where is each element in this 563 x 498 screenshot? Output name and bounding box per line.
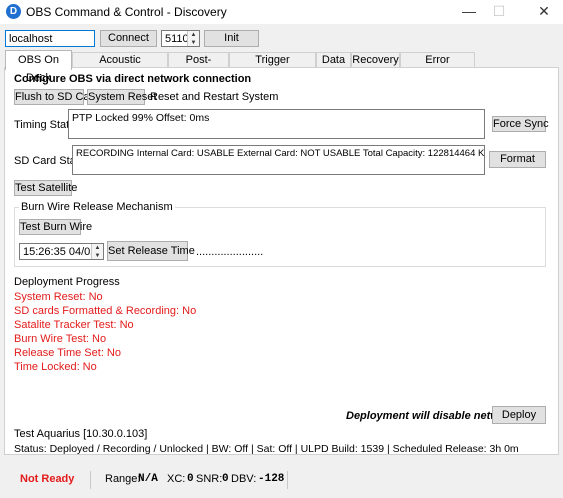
dbv-value: -128 <box>258 473 285 485</box>
tab-post-deploy[interactable]: Post-Deploy <box>168 52 229 81</box>
status-separator <box>90 471 91 489</box>
port-value: 5110 <box>165 33 189 45</box>
tab-acoustic-configuration[interactable]: Acoustic Configuration <box>72 52 168 81</box>
range-label: Range: <box>105 473 141 485</box>
maximize-button[interactable]: ☐ <box>476 0 522 24</box>
release-time-picker[interactable]: 15:26:35 04/02/20 ▲ ▼ <box>19 243 104 260</box>
deployment-progress-title: Deployment Progress <box>14 276 120 288</box>
progress-satellite-test: Satalite Tracker Test: No <box>14 319 134 331</box>
release-time-display: ...................... <box>196 246 264 258</box>
test-satellite-button[interactable]: Test Satellite <box>14 180 77 196</box>
range-value: N/A <box>138 473 158 485</box>
title-bar: D OBS Command & Control - Discovery — ☐ … <box>0 0 563 24</box>
spin-down-icon[interactable]: ▼ <box>188 39 199 47</box>
test-burn-wire-button[interactable]: Test Burn Wire <box>19 219 92 235</box>
tab-error-messages[interactable]: Error Messages <box>400 52 475 81</box>
progress-sd-cards: SD cards Formatted & Recording: No <box>14 305 197 317</box>
spin-up-icon[interactable]: ▲ <box>92 244 103 252</box>
spin-down-icon[interactable]: ▼ <box>92 252 103 260</box>
flush-sd-button[interactable]: Flush to SD Cards <box>14 89 105 105</box>
app-icon: D <box>6 4 21 19</box>
progress-system-reset: System Reset: No <box>14 291 103 303</box>
timing-status-field: PTP Locked 99% Offset: 0ms <box>68 109 485 139</box>
status-separator <box>287 471 288 489</box>
dbv-label: DBV: <box>231 473 257 485</box>
snr-label: SNR: <box>196 473 223 485</box>
sd-card-status-field: RECORDING Internal Card: USABLE External… <box>72 145 485 175</box>
burn-wire-group-title: Burn Wire Release Mechanism <box>19 201 175 213</box>
force-sync-button[interactable]: Force Sync <box>492 116 549 132</box>
port-stepper[interactable]: 5110 ▲ ▼ <box>161 30 200 47</box>
set-release-time-button[interactable]: Set Release Time <box>107 241 195 261</box>
tab-data[interactable]: Data <box>316 52 351 68</box>
xc-label: XC: <box>167 473 186 485</box>
host-input[interactable]: localhost <box>5 30 95 47</box>
system-reset-description: Reset and Restart System <box>150 91 279 103</box>
xc-value: 0 <box>187 473 194 485</box>
progress-burn-wire-test: Burn Wire Test: No <box>14 333 107 345</box>
init-button[interactable]: Init <box>204 30 259 47</box>
port-spin-buttons[interactable]: ▲ ▼ <box>187 31 199 46</box>
snr-value: 0 <box>222 473 229 485</box>
device-line: Test Aquarius [10.30.0.103] <box>14 428 148 440</box>
close-button[interactable]: ✕ <box>521 0 563 24</box>
tab-obs-on-deck[interactable]: OBS On Deck <box>5 50 72 84</box>
connect-button[interactable]: Connect <box>100 30 157 47</box>
tab-trigger-parameters[interactable]: Trigger Parameters <box>229 52 316 81</box>
window-title: OBS Command & Control - Discovery <box>26 5 227 19</box>
system-reset-button[interactable]: System Reset <box>87 89 156 105</box>
format-button[interactable]: Format <box>489 151 546 168</box>
progress-release-time-set: Release Time Set: No <box>14 347 121 359</box>
deploy-button[interactable]: Deploy <box>492 406 546 424</box>
connection-state: Not Ready <box>20 473 75 485</box>
spin-up-icon[interactable]: ▲ <box>188 31 199 39</box>
release-time-spin-buttons[interactable]: ▲ ▼ <box>91 244 103 259</box>
tab-recovery[interactable]: Recovery <box>351 52 400 68</box>
status-line: Status: Deployed / Recording / Unlocked … <box>14 443 519 455</box>
progress-time-locked: Time Locked: No <box>14 361 97 373</box>
